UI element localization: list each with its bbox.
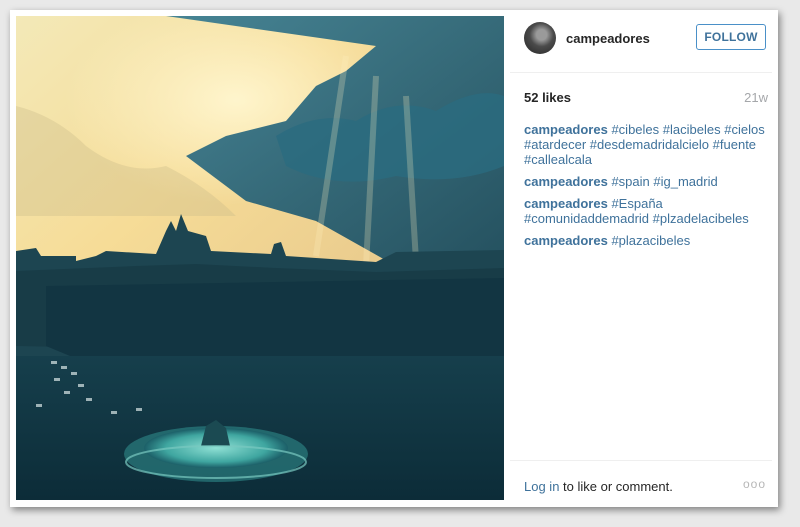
hashtag-link[interactable]: #plazacibeles: [611, 233, 690, 248]
login-prompt: Log in to like or comment.: [524, 479, 673, 494]
post-timestamp[interactable]: 21w: [744, 90, 768, 105]
more-options-icon[interactable]: ooo: [743, 477, 766, 491]
comment-item: campeadores #España #comunidaddemadrid #…: [524, 196, 768, 226]
hashtag-link[interactable]: #lacibeles: [663, 122, 721, 137]
login-prompt-text: to like or comment.: [559, 479, 673, 494]
follow-button[interactable]: FOLLOW: [696, 24, 766, 50]
post-meta: 52 likes 21w: [524, 90, 768, 110]
post-header: campeadores FOLLOW: [510, 16, 772, 73]
hashtag-link[interactable]: #ig_madrid: [653, 174, 717, 189]
hashtag-link[interactable]: #cielos: [724, 122, 764, 137]
hashtag-link[interactable]: #callealcala: [524, 152, 592, 167]
hashtag-link[interactable]: #spain: [611, 174, 649, 189]
hashtag-link[interactable]: #fuente: [713, 137, 756, 152]
post-sidebar: campeadores FOLLOW 52 likes 21w campeado…: [510, 16, 772, 500]
post-footer: Log in to like or comment. ooo: [510, 460, 772, 501]
comment-item: campeadores #spain #ig_madrid: [524, 174, 768, 189]
hashtag-link[interactable]: #comunidaddemadrid: [524, 211, 649, 226]
hashtag-link[interactable]: #plzadelacibeles: [653, 211, 749, 226]
likes-count[interactable]: 52 likes: [524, 90, 571, 105]
post-card: campeadores FOLLOW 52 likes 21w campeado…: [10, 10, 778, 507]
madrid-sunset-image: [16, 16, 504, 500]
hashtag-link[interactable]: #desdemadridalcielo: [590, 137, 709, 152]
comment-username[interactable]: campeadores: [524, 174, 608, 189]
login-link[interactable]: Log in: [524, 479, 559, 494]
comment-username[interactable]: campeadores: [524, 233, 608, 248]
hashtag-link[interactable]: #España: [611, 196, 662, 211]
username-link[interactable]: campeadores: [566, 31, 650, 46]
comment-item: campeadores #plazacibeles: [524, 233, 768, 248]
hashtag-link[interactable]: #cibeles: [611, 122, 659, 137]
comment-item: campeadores #cibeles #lacibeles #cielos …: [524, 122, 768, 167]
post-photo[interactable]: [16, 16, 504, 500]
comments-list: campeadores #cibeles #lacibeles #cielos …: [524, 122, 768, 255]
comment-username[interactable]: campeadores: [524, 122, 608, 137]
comment-username[interactable]: campeadores: [524, 196, 608, 211]
hashtag-link[interactable]: #atardecer: [524, 137, 586, 152]
avatar[interactable]: [524, 22, 556, 54]
